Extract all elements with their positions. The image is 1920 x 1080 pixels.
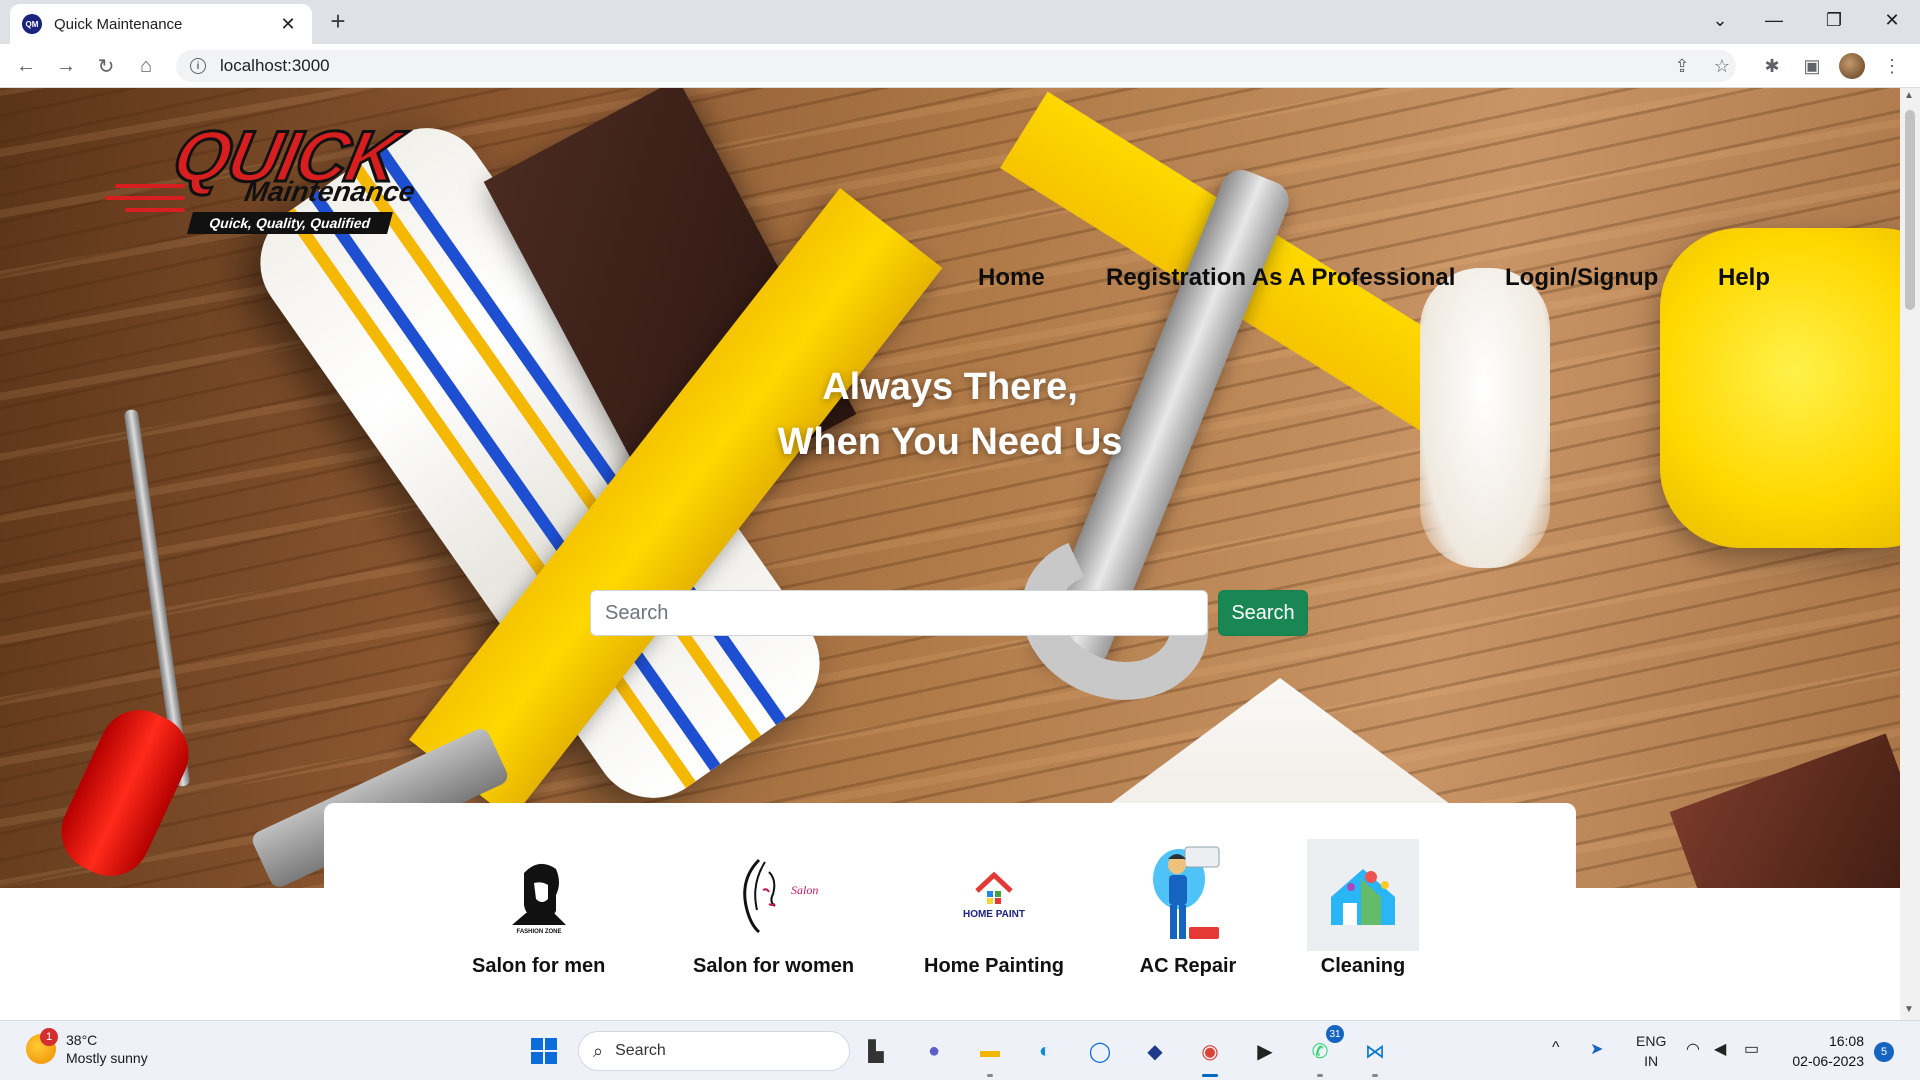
site-info-icon[interactable]: i [190, 58, 206, 74]
close-tab-icon[interactable]: ✕ [276, 14, 300, 35]
whatsapp-badge: 31 [1326, 1025, 1344, 1043]
url-text[interactable]: localhost:3000 [220, 56, 330, 76]
tab-title: Quick Maintenance [54, 15, 183, 33]
tab-search-chevron-icon[interactable]: ⌄ [1692, 0, 1748, 40]
search-button[interactable]: Search [1218, 590, 1308, 636]
volume-icon[interactable]: ◀ [1714, 1039, 1726, 1059]
share-icon[interactable]: ⇪ [1668, 52, 1696, 80]
bearded-man-icon[interactable]: FASHION ZONE [483, 839, 595, 951]
language-line-1: ENG [1636, 1033, 1667, 1049]
teams-chat-icon[interactable]: ● [916, 1033, 952, 1069]
woman-face-icon[interactable]: Salon [718, 839, 830, 951]
scroll-thumb[interactable] [1905, 110, 1915, 310]
weather-badge: 1 [40, 1028, 58, 1046]
search-input[interactable] [590, 590, 1208, 636]
nav-login-signup[interactable]: Login/Signup [1505, 264, 1658, 292]
menu-kebab-icon[interactable]: ⋮ [1878, 52, 1906, 80]
service-label[interactable]: Home Painting [924, 955, 1064, 978]
clock-time: 16:08 [1828, 1033, 1864, 1049]
home-paint-icon[interactable]: HOME PAINT [938, 839, 1050, 951]
cotton-decoration [1420, 268, 1550, 568]
whatsapp-icon[interactable]: ✆ 31 [1302, 1025, 1344, 1077]
service-label[interactable]: AC Repair [1140, 955, 1237, 978]
store-app-icon[interactable]: ◆ [1137, 1033, 1173, 1069]
search-icon: ⌕ [593, 1040, 604, 1061]
vscode-icon[interactable]: ⋈ [1357, 1033, 1393, 1077]
sun-icon: 1 [26, 1028, 58, 1064]
location-arrow-icon[interactable]: ➤ [1590, 1039, 1603, 1059]
home-paint-caption: HOME PAINT [963, 909, 1025, 920]
chrome-icon[interactable]: ◉ [1192, 1033, 1228, 1077]
hero-headline: Always There, When You Need Us [700, 360, 1200, 470]
clock-date: 02-06-2023 [1792, 1053, 1864, 1069]
bookmark-star-icon[interactable]: ☆ [1708, 52, 1736, 80]
edge-browser-icon[interactable]: ◐ [1027, 1033, 1063, 1069]
service-home-painting[interactable]: HOME PAINT Home Painting [924, 839, 1064, 978]
taskbar-search[interactable]: ⌕ Search [578, 1031, 850, 1071]
headline-line-2: When You Need Us [777, 421, 1123, 463]
technician-icon[interactable] [1132, 839, 1244, 951]
address-bar: ← → ↻ ⌂ i localhost:3000 ⇪ ☆ ✱ ▣ ⋮ [0, 44, 1920, 88]
services-card: FASHION ZONE Salon for men Salon Salon f… [324, 803, 1576, 1020]
nav-home[interactable]: Home [978, 264, 1045, 292]
minimize-button[interactable]: — [1746, 0, 1802, 40]
headline-line-1: Always There, [822, 366, 1078, 408]
close-window-button[interactable]: ✕ [1864, 0, 1920, 40]
weather-desc: Mostly sunny [66, 1050, 148, 1066]
service-label[interactable]: Salon for men [472, 955, 605, 978]
nav-registration-professional[interactable]: Registration As A Professional [1106, 264, 1455, 292]
favicon-icon: QM [22, 14, 42, 34]
house-cleaning-icon[interactable] [1307, 839, 1419, 951]
omnibox[interactable]: i localhost:3000 [176, 50, 1736, 82]
task-view-icon[interactable]: ▙ [858, 1033, 894, 1069]
show-hidden-icons-chevron-icon[interactable]: ^ [1552, 1039, 1560, 1057]
weather-temp: 38°C [66, 1032, 98, 1048]
reload-icon[interactable]: ↻ [92, 52, 120, 80]
page-scrollbar[interactable]: ▲ ▼ [1900, 88, 1920, 1020]
logo-tagline: Quick, Quality, Qualified [187, 212, 393, 234]
language-line-2: IN [1644, 1053, 1659, 1069]
wifi-icon[interactable]: ◠ [1686, 1039, 1700, 1059]
forward-icon[interactable]: → [52, 52, 80, 80]
service-salon-men[interactable]: FASHION ZONE Salon for men [472, 839, 605, 978]
service-label[interactable]: Salon for women [693, 955, 854, 978]
file-explorer-icon[interactable]: ▬ [972, 1033, 1008, 1077]
cortana-icon[interactable]: ◯ [1082, 1033, 1118, 1069]
windows-taskbar: 1 38°C Mostly sunny ⌕ Search ▙ ● ▬ ◐ ◯ ◆… [0, 1020, 1920, 1080]
nav-help[interactable]: Help [1718, 264, 1770, 292]
main-nav: Home Registration As A Professional Logi… [0, 264, 1900, 300]
quick-maintenance-logo[interactable]: QUICK Maintenance Quick, Quality, Qualif… [105, 106, 475, 251]
wood-block-decoration [1669, 733, 1900, 888]
weather-widget[interactable]: 1 38°C Mostly sunny [26, 1028, 148, 1067]
extensions-icon[interactable]: ✱ [1758, 52, 1786, 80]
hero-banner: QUICK Maintenance Quick, Quality, Qualif… [0, 88, 1900, 888]
service-label[interactable]: Cleaning [1321, 955, 1405, 978]
salon-men-caption: FASHION ZONE [516, 929, 561, 935]
windows-start-icon[interactable] [526, 1033, 562, 1069]
new-tab-button[interactable]: + [324, 8, 352, 36]
side-panel-icon[interactable]: ▣ [1798, 52, 1826, 80]
restore-button[interactable]: ❐ [1806, 0, 1862, 40]
media-player-icon[interactable]: ▶ [1247, 1033, 1283, 1069]
scroll-down-icon[interactable]: ▼ [1904, 1004, 1914, 1015]
service-ac-repair[interactable]: AC Repair [1132, 839, 1244, 978]
home-icon[interactable]: ⌂ [132, 52, 160, 80]
system-clock[interactable]: 16:08 02-06-2023 [1784, 1031, 1864, 1071]
taskbar-search-label: Search [615, 1042, 666, 1059]
search-form: Search [590, 590, 1308, 636]
page-viewport: QUICK Maintenance Quick, Quality, Qualif… [0, 88, 1900, 1020]
profile-avatar[interactable] [1838, 52, 1866, 80]
battery-icon[interactable]: ▭ [1744, 1039, 1759, 1059]
browser-tab-bar: QM Quick Maintenance ✕ + ⌄ — ❐ ✕ [0, 0, 1920, 44]
language-indicator[interactable]: ENG IN [1636, 1031, 1666, 1071]
salon-women-caption: Salon [791, 883, 818, 897]
service-cleaning[interactable]: Cleaning [1307, 839, 1419, 978]
service-salon-women[interactable]: Salon Salon for women [693, 839, 854, 978]
back-icon[interactable]: ← [12, 52, 40, 80]
scroll-up-icon[interactable]: ▲ [1904, 90, 1914, 101]
logo-subtitle: Maintenance [242, 176, 418, 207]
notification-badge[interactable]: 5 [1874, 1042, 1894, 1062]
browser-tab[interactable]: QM Quick Maintenance ✕ [10, 4, 312, 44]
